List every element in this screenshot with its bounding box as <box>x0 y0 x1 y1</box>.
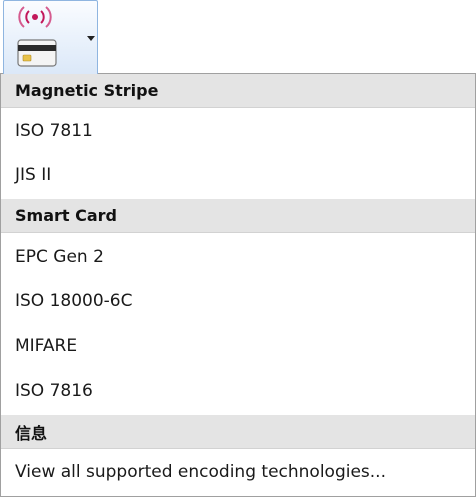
section-header-info: 信息 <box>1 415 475 449</box>
menu-item-view-all-encoding[interactable]: View all supported encoding technologies… <box>1 451 475 493</box>
menu-item-mifare[interactable]: MIFARE <box>1 325 475 367</box>
menu-item-iso-7816[interactable]: ISO 7816 <box>1 370 475 412</box>
card-icon <box>17 39 57 67</box>
menu-item-iso-7811[interactable]: ISO 7811 <box>1 110 475 152</box>
menu-item-jis-ii[interactable]: JIS II <box>1 154 475 196</box>
rfid-waves-icon <box>18 6 52 28</box>
chevron-down-icon <box>87 36 95 41</box>
menu-item-epc-gen-2[interactable]: EPC Gen 2 <box>1 236 475 278</box>
section-header-smart-card: Smart Card <box>1 199 475 233</box>
menu-item-iso-18000-6c[interactable]: ISO 18000-6C <box>1 280 475 322</box>
encoding-dropdown-menu: Magnetic Stripe ISO 7811 JIS II Smart Ca… <box>0 73 476 497</box>
encoding-technology-button[interactable] <box>3 0 98 74</box>
section-header-magnetic-stripe: Magnetic Stripe <box>1 74 475 108</box>
